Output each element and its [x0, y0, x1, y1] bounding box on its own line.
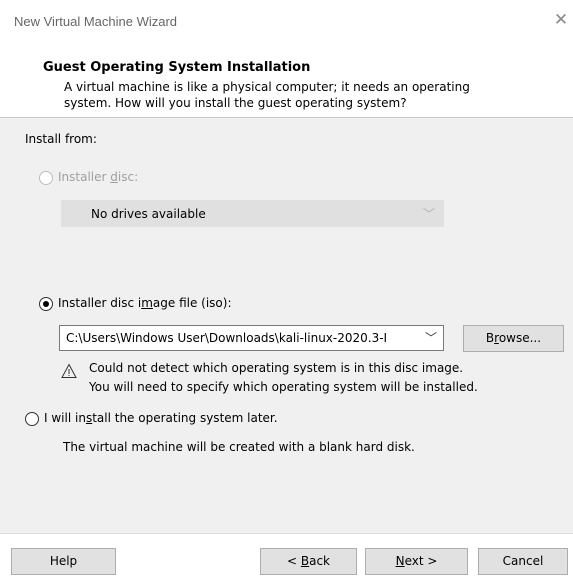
drive-select-value: No drives available	[91, 207, 206, 221]
iso-path-input[interactable]: C:\Users\Windows User\Downloads\kali-lin…	[59, 325, 444, 351]
iso-radio[interactable]	[39, 297, 53, 311]
iso-label: Installer disc image file (iso):	[58, 296, 232, 310]
iso-path-value: C:\Users\Windows User\Downloads\kali-lin…	[66, 331, 388, 345]
install-from-label: Install from:	[25, 132, 97, 146]
description-line-1: A virtual machine is like a physical com…	[64, 80, 470, 94]
help-button[interactable]: Help	[11, 548, 116, 575]
chevron-down-icon[interactable]: ﹀	[425, 329, 437, 346]
drive-select[interactable]: No drives available ﹀	[61, 200, 444, 227]
chevron-down-icon: ﹀	[422, 207, 435, 221]
browse-button[interactable]: Browse...	[463, 325, 564, 352]
warning-text-line-1: Could not detect which operating system …	[89, 361, 464, 375]
close-icon[interactable]: ✕	[551, 10, 571, 30]
back-button[interactable]: < Back	[260, 548, 357, 575]
install-later-radio[interactable]	[25, 412, 39, 426]
footer-divider	[0, 533, 573, 534]
install-later-label: I will install the operating system late…	[44, 411, 278, 425]
installer-disc-radio[interactable]	[39, 171, 53, 185]
warning-icon	[61, 363, 77, 378]
installer-disc-label: Installer disc:	[58, 170, 139, 184]
window-title: New Virtual Machine Wizard	[14, 14, 178, 29]
page-description: A virtual machine is like a physical com…	[64, 79, 534, 111]
cancel-button[interactable]: Cancel	[478, 548, 568, 575]
install-later-note: The virtual machine will be created with…	[63, 440, 415, 454]
description-line-2: system. How will you install the guest o…	[64, 96, 407, 110]
warning-text-line-2: You will need to specify which operating…	[89, 380, 478, 394]
next-button[interactable]: Next >	[365, 548, 468, 575]
page-title: Guest Operating System Installation	[43, 60, 311, 75]
